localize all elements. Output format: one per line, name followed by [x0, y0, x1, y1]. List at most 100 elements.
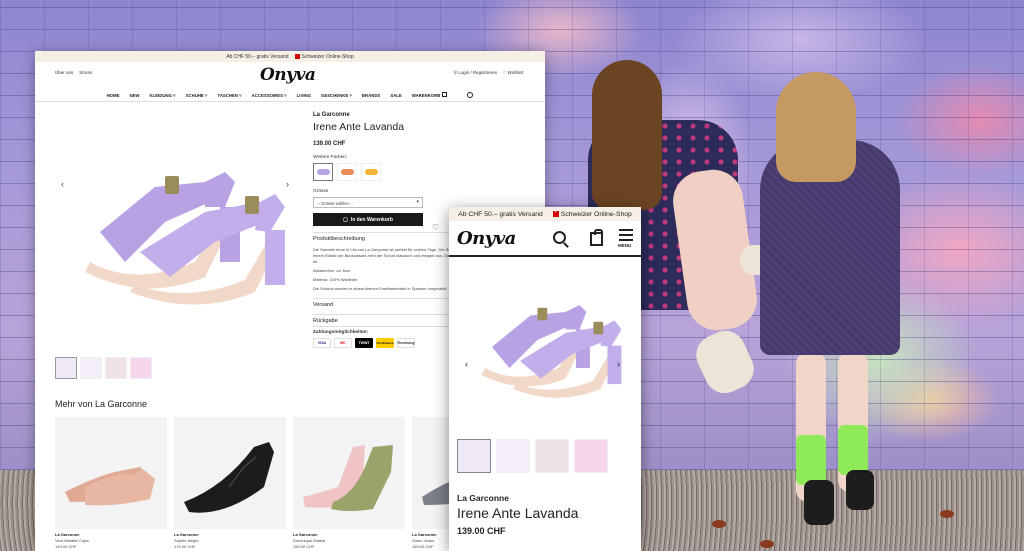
card-brand: La Garconne: [55, 532, 80, 537]
product-title: Irene Ante Lavanda: [457, 505, 579, 521]
shoe-illustration: [303, 445, 393, 511]
color-swatches: [313, 163, 543, 181]
card-brand: La Garconne: [174, 532, 199, 537]
nav-home[interactable]: HOME: [107, 93, 120, 98]
thumbnail-strip: [55, 357, 152, 379]
add-to-cart-button[interactable]: ▢ In den Warenkorb: [313, 213, 423, 226]
leaf-decoration: [760, 540, 774, 548]
shoe-illustration: [65, 467, 155, 506]
logo[interactable]: Onyva: [260, 65, 316, 85]
color-swatch-lavender[interactable]: [313, 163, 333, 181]
login-link[interactable]: ⚲ Login / Registrieren: [454, 70, 498, 76]
color-swatch-coral[interactable]: [337, 163, 357, 181]
swiss-shop-notice: Schweizer Online-Shop: [552, 208, 632, 218]
product-image[interactable]: [55, 112, 298, 352]
nav-kleidung[interactable]: KLEIDUNG ˅: [150, 93, 176, 98]
prev-image-button[interactable]: ‹: [465, 359, 468, 369]
product-brand[interactable]: La Garconne: [457, 493, 509, 503]
shipping-notice: Ab CHF 50.– gratis Versand: [226, 53, 289, 60]
nav-schuhe[interactable]: SCHUHE ˅: [186, 93, 208, 98]
product-card[interactable]: La Garconne Vero Metallic Copa 149.00 CH…: [55, 417, 167, 549]
wishlist-heart-icon[interactable]: ♡: [432, 223, 439, 232]
shoe-illustration: [184, 442, 274, 513]
nav-geschenke[interactable]: GESCHENKE ˅: [321, 93, 352, 98]
nav-brands[interactable]: BRANDS: [362, 93, 380, 98]
user-icon: ⚲: [453, 70, 457, 75]
thumbnail[interactable]: [457, 439, 491, 473]
leaf-decoration: [712, 520, 726, 528]
product-price: 139.00 CHF: [457, 526, 506, 536]
bag-icon[interactable]: [590, 229, 603, 246]
model-two-shoe: [846, 470, 874, 510]
swiss-flag-icon: [552, 208, 559, 217]
thumbnail[interactable]: [130, 357, 152, 379]
shipping-notice: Ab CHF 50.– gratis Versand: [458, 210, 543, 218]
model-two-sock: [796, 435, 826, 485]
next-image-button[interactable]: ›: [286, 179, 289, 189]
thumbnail[interactable]: [80, 357, 102, 379]
size-label: Grösse: [313, 189, 329, 194]
product-image[interactable]: [457, 263, 634, 431]
model-one-hair: [592, 60, 662, 210]
thumbnail[interactable]: [496, 439, 530, 473]
nav-sale[interactable]: SALE: [390, 93, 401, 98]
hamburger-icon: [619, 229, 633, 231]
card-price: 149.00 CHF: [55, 544, 77, 549]
thumbnail-strip: [457, 439, 608, 473]
thumbnail[interactable]: [105, 357, 127, 379]
swiss-flag-icon: [294, 53, 300, 59]
product-card-image: [293, 417, 405, 529]
logo[interactable]: Onyva: [457, 228, 516, 249]
size-select[interactable]: -- Grösse wählen --: [313, 197, 423, 208]
mobile-header: Onyva MENU: [449, 221, 641, 257]
next-image-button[interactable]: ›: [617, 359, 620, 369]
search-icon[interactable]: [553, 231, 566, 244]
main-nav: HOME NEW KLEIDUNG ˅ SCHUHE ˅ TASCHEN ˅ A…: [35, 89, 545, 102]
nav-accessoires[interactable]: ACCESSOIRES ˅: [252, 93, 287, 98]
thumbnail[interactable]: [55, 357, 77, 379]
visa-logo: VISA: [313, 338, 331, 348]
model-two-hair: [776, 72, 856, 182]
wishlist-link[interactable]: ♡ Wishlist: [502, 70, 523, 76]
heart-icon: ♡: [502, 70, 507, 75]
sandal-illustration: [85, 172, 285, 305]
product-card-image: [55, 417, 167, 529]
nav-cart[interactable]: WARENKORB: [412, 92, 448, 98]
invoice-logo: Rechnung: [397, 338, 415, 348]
link-stores[interactable]: Stores: [79, 70, 92, 75]
menu-button[interactable]: MENU: [618, 229, 633, 248]
nav-taschen[interactable]: TASCHEN ˅: [218, 93, 242, 98]
sandal-illustration: [481, 305, 622, 398]
nav-new[interactable]: NEW: [129, 93, 139, 98]
card-price: 179.00 CHF: [174, 544, 196, 549]
header-left-links: Über uns Stores: [55, 70, 92, 75]
search-icon[interactable]: [467, 92, 474, 98]
card-name: Vero Metallic Copa: [55, 538, 89, 543]
thumbnail[interactable]: [574, 439, 608, 473]
product-title: Irene Ante Lavanda: [313, 121, 405, 133]
mobile-shop-page: Ab CHF 50.– gratis Versand Schweizer Onl…: [449, 207, 641, 551]
link-about[interactable]: Über uns: [55, 70, 73, 75]
model-two-sock: [838, 425, 868, 475]
card-price: 159.00 CHF: [293, 544, 315, 549]
product-brand[interactable]: La Garconne: [313, 112, 543, 118]
postfinance-logo: PostFinance: [376, 338, 394, 348]
product-card[interactable]: La Garconne Dominique Martial 159.00 CHF: [293, 417, 405, 549]
card-name: Sophie Negro: [174, 538, 199, 543]
thumbnail[interactable]: [535, 439, 569, 473]
color-swatch-yellow[interactable]: [361, 163, 381, 181]
leaf-decoration: [940, 510, 954, 518]
mastercard-logo: MC: [334, 338, 352, 348]
twint-logo: TWINT: [355, 338, 373, 348]
header-right-links: ⚲ Login / Registrieren ♡ Wishlist: [454, 70, 523, 76]
product-card-image: [174, 417, 286, 529]
prev-image-button[interactable]: ‹: [61, 179, 64, 189]
bag-icon: ▢: [343, 216, 348, 223]
desktop-header: Über uns Stores Onyva ⚲ Login / Registri…: [35, 62, 545, 89]
nav-living[interactable]: LIVING: [297, 93, 311, 98]
swiss-shop-notice: Schweizer Online-Shop: [294, 53, 354, 60]
menu-label: MENU: [618, 243, 632, 248]
product-card[interactable]: La Garconne Sophie Negro 179.00 CHF: [174, 417, 286, 549]
mobile-topbar: Ab CHF 50.– gratis Versand Schweizer Onl…: [449, 207, 641, 221]
bag-icon: [442, 92, 448, 97]
